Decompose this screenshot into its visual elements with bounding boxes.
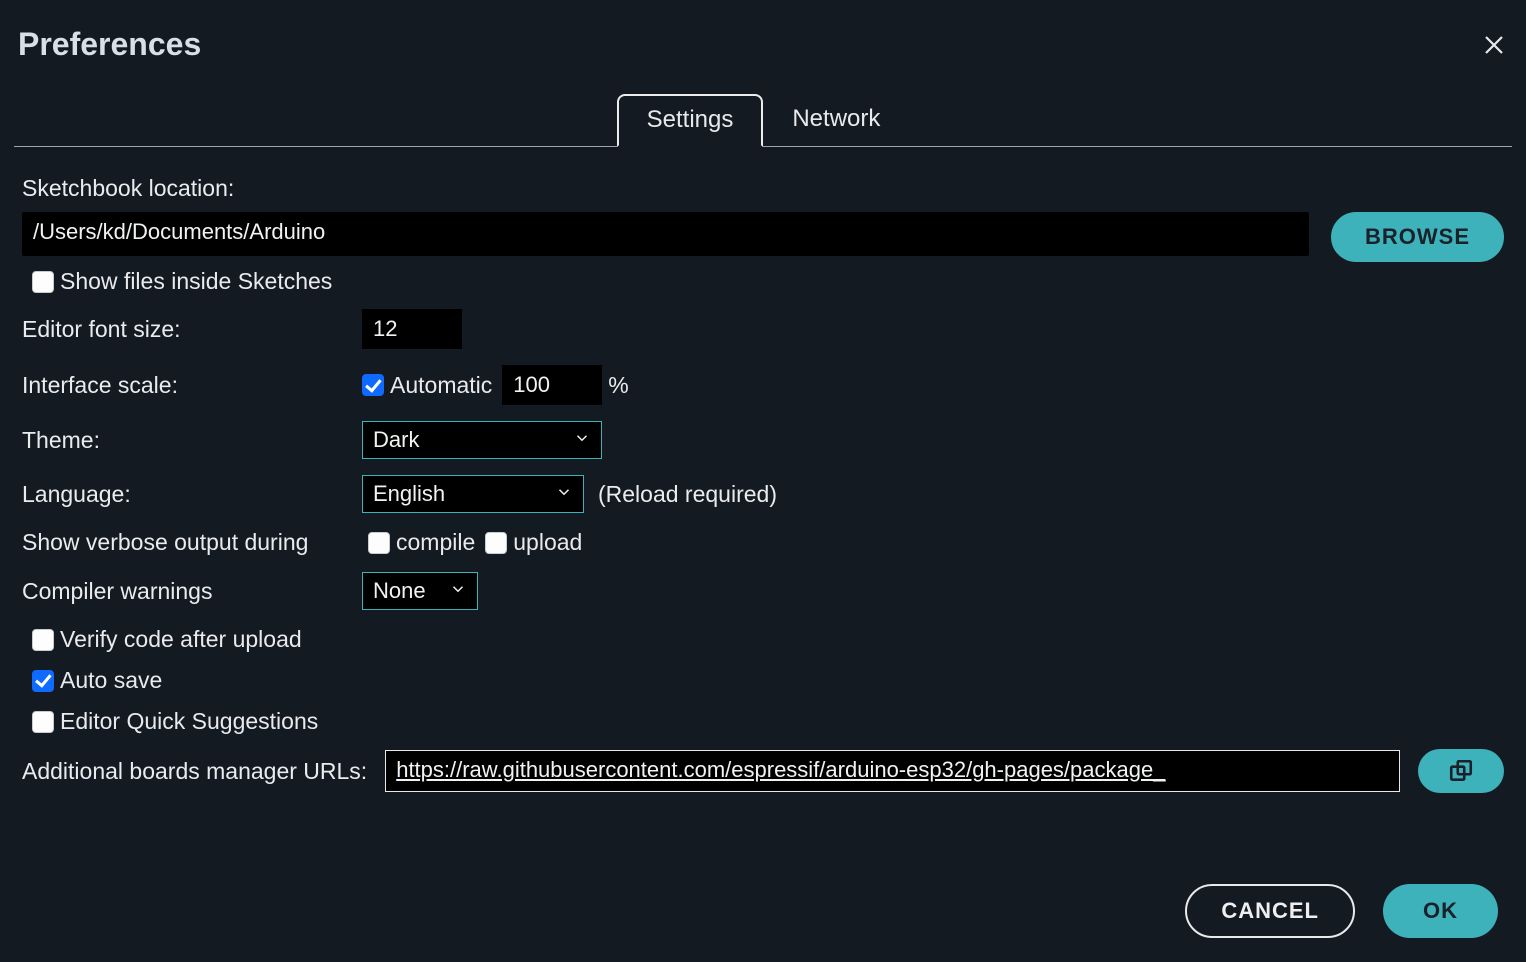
cancel-button[interactable]: CANCEL xyxy=(1185,884,1355,938)
quick-suggestions-label: Editor Quick Suggestions xyxy=(60,708,318,735)
new-window-icon xyxy=(1448,758,1474,784)
sketchbook-row: /Users/kd/Documents/Arduino BROWSE xyxy=(22,212,1504,262)
autosave-label: Auto save xyxy=(60,667,162,694)
interface-scale-label: Interface scale: xyxy=(22,372,362,399)
language-row: Language: English (Reload required) xyxy=(22,475,1504,513)
compile-label: compile xyxy=(396,529,475,556)
tab-bar: Settings Network xyxy=(14,93,1512,147)
percent-label: % xyxy=(608,372,948,399)
compiler-warnings-label: Compiler warnings xyxy=(22,578,362,605)
browse-button[interactable]: BROWSE xyxy=(1331,212,1504,262)
verify-row: Verify code after upload xyxy=(32,626,1504,653)
boards-urls-row: Additional boards manager URLs: https://… xyxy=(22,749,1504,793)
verify-checkbox[interactable] xyxy=(32,629,54,651)
quick-suggestions-checkbox[interactable] xyxy=(32,711,54,733)
interface-scale-row: Interface scale: Automatic % xyxy=(22,365,1504,405)
show-files-checkbox[interactable] xyxy=(32,271,54,293)
language-select[interactable]: English xyxy=(362,475,584,513)
theme-value: Dark xyxy=(373,427,419,453)
show-files-label: Show files inside Sketches xyxy=(60,268,332,295)
preferences-dialog: Preferences Settings Network Sketchbook … xyxy=(0,0,1526,962)
automatic-label: Automatic xyxy=(390,372,492,399)
theme-select[interactable]: Dark xyxy=(362,421,602,459)
quick-suggestions-row: Editor Quick Suggestions xyxy=(32,708,1504,735)
autosave-row: Auto save xyxy=(32,667,1504,694)
compiler-warnings-row: Compiler warnings None xyxy=(22,572,1504,610)
scale-input[interactable] xyxy=(502,365,602,405)
tab-network[interactable]: Network xyxy=(763,94,909,147)
close-icon xyxy=(1482,33,1506,57)
sketchbook-input[interactable]: /Users/kd/Documents/Arduino xyxy=(22,212,1309,256)
compiler-warnings-value: None xyxy=(373,578,426,604)
autosave-checkbox[interactable] xyxy=(32,670,54,692)
expand-urls-button[interactable] xyxy=(1418,749,1504,793)
font-size-input[interactable] xyxy=(362,309,462,349)
boards-urls-label: Additional boards manager URLs: xyxy=(22,758,367,785)
language-value: English xyxy=(373,481,445,507)
dialog-footer: CANCEL OK xyxy=(1185,884,1498,938)
sketchbook-label: Sketchbook location: xyxy=(22,175,1504,202)
upload-label: upload xyxy=(513,529,582,556)
boards-urls-input[interactable]: https://raw.githubusercontent.com/espres… xyxy=(385,750,1400,792)
theme-label: Theme: xyxy=(22,427,362,454)
font-size-row: Editor font size: xyxy=(22,309,1504,349)
verify-label: Verify code after upload xyxy=(60,626,302,653)
theme-row: Theme: Dark xyxy=(22,421,1504,459)
close-button[interactable] xyxy=(1480,31,1508,59)
chevron-down-icon xyxy=(573,427,591,453)
font-size-label: Editor font size: xyxy=(22,316,362,343)
dialog-title: Preferences xyxy=(18,26,201,63)
compiler-warnings-select[interactable]: None xyxy=(362,572,478,610)
settings-panel: Sketchbook location: /Users/kd/Documents… xyxy=(14,147,1512,962)
show-files-row: Show files inside Sketches xyxy=(32,268,1504,295)
dialog-header: Preferences xyxy=(14,18,1512,93)
ok-button[interactable]: OK xyxy=(1383,884,1498,938)
compile-checkbox[interactable] xyxy=(368,532,390,554)
chevron-down-icon xyxy=(555,481,573,507)
language-label: Language: xyxy=(22,481,362,508)
verbose-row: Show verbose output during compile uploa… xyxy=(22,529,1504,556)
chevron-down-icon xyxy=(449,578,467,604)
tab-settings[interactable]: Settings xyxy=(617,94,764,147)
automatic-checkbox[interactable] xyxy=(362,374,384,396)
verbose-label: Show verbose output during xyxy=(22,529,362,556)
upload-checkbox[interactable] xyxy=(485,532,507,554)
reload-required-note: (Reload required) xyxy=(598,481,777,508)
